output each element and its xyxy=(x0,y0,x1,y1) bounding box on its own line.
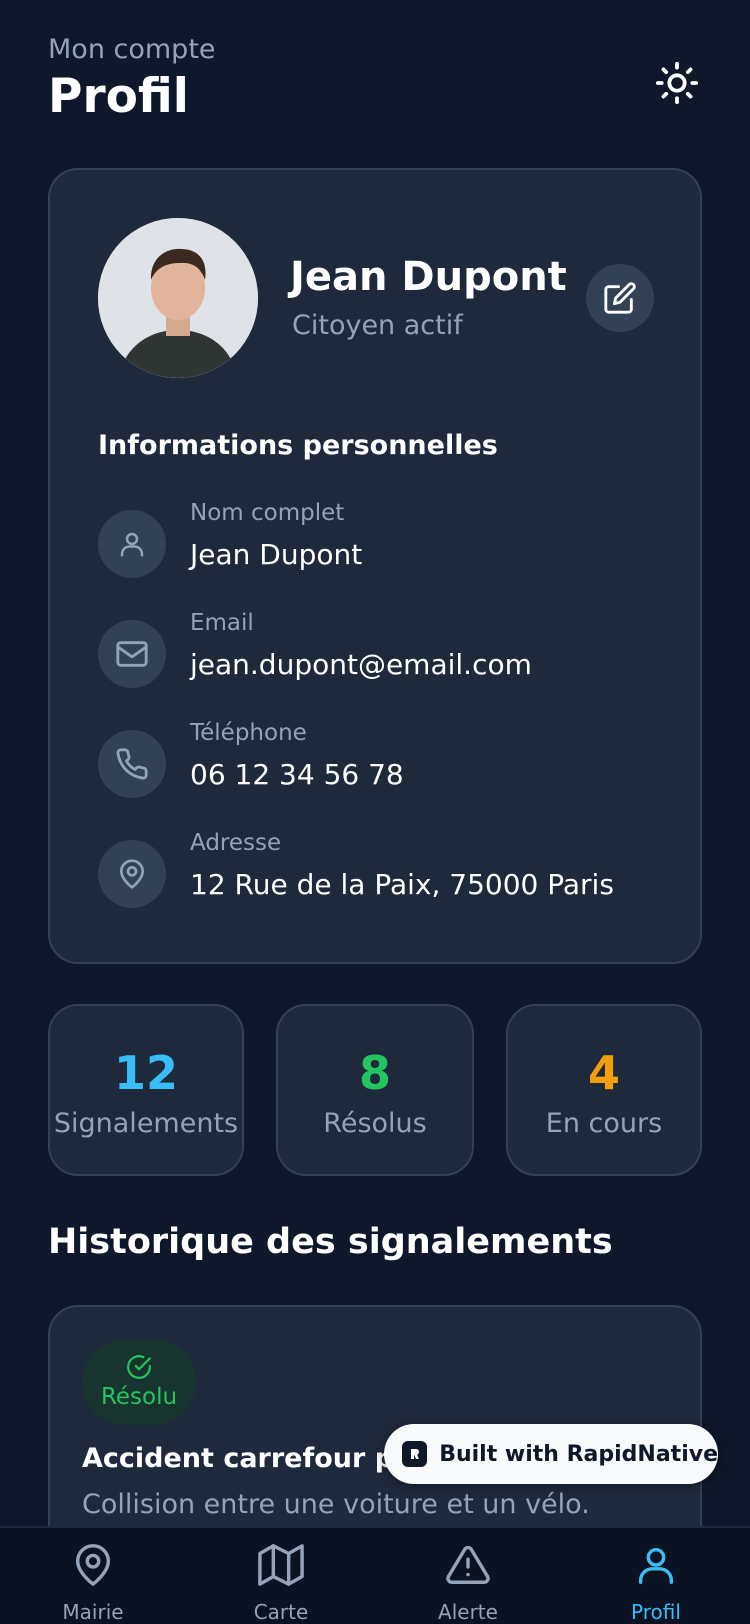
info-label: Email xyxy=(190,610,254,636)
stat-value: 4 xyxy=(587,1046,620,1100)
alert-triangle-icon xyxy=(446,1545,490,1584)
map-icon xyxy=(258,1544,304,1586)
profile-name: Jean Dupont xyxy=(290,254,567,300)
built-with-label: Built with RapidNative xyxy=(439,1441,718,1467)
report-title: Accident carrefour pri xyxy=(82,1443,417,1474)
edit-profile-button[interactable] xyxy=(586,264,654,332)
info-row-full-name: Nom complet Jean Dupont xyxy=(98,500,658,578)
info-label: Adresse xyxy=(190,830,282,856)
map-pin-icon xyxy=(75,1544,111,1586)
tab-profil[interactable]: Profil xyxy=(596,1542,716,1624)
stat-label: En cours xyxy=(545,1108,663,1139)
tab-mairie[interactable]: Mairie xyxy=(33,1542,153,1624)
phone-icon xyxy=(116,748,148,780)
mail-icon xyxy=(116,641,148,667)
rapidnative-logo-icon xyxy=(402,1441,428,1467)
tab-label: Profil xyxy=(631,1600,681,1624)
stat-value: 12 xyxy=(113,1046,178,1100)
info-value: Jean Dupont xyxy=(190,538,363,571)
stat-card-resolved: 8 Résolus xyxy=(276,1004,474,1176)
user-icon xyxy=(638,1547,674,1584)
info-value: 06 12 34 56 78 xyxy=(190,758,404,791)
info-row-email: Email jean.dupont@email.com xyxy=(98,610,658,688)
page-subtitle: Mon compte xyxy=(48,34,216,65)
tab-label: Mairie xyxy=(62,1600,124,1624)
status-badge: Résolu xyxy=(82,1339,196,1425)
stat-card-in-progress: 4 En cours xyxy=(506,1004,702,1176)
stat-card-reports: 12 Signalements xyxy=(48,1004,244,1176)
check-circle-icon xyxy=(127,1355,151,1379)
page-title: Profil xyxy=(48,69,189,124)
theme-toggle-button[interactable] xyxy=(652,58,702,108)
profile-card: Jean Dupont Citoyen actif Informations p… xyxy=(48,168,702,964)
stat-label: Résolus xyxy=(323,1108,427,1139)
profile-role: Citoyen actif xyxy=(292,310,463,341)
tab-label: Alerte xyxy=(438,1600,498,1624)
status-badge-label: Résolu xyxy=(100,1384,178,1410)
report-description: Collision entre une voiture et un vélo. xyxy=(82,1489,590,1520)
user-icon xyxy=(120,532,144,557)
built-with-badge[interactable]: Built with RapidNative xyxy=(384,1424,718,1484)
tab-alerte[interactable]: Alerte xyxy=(408,1542,528,1624)
info-row-phone: Téléphone 06 12 34 56 78 xyxy=(98,720,658,798)
tab-label: Carte xyxy=(253,1600,309,1624)
stat-label: Signalements xyxy=(53,1108,239,1139)
map-pin-icon xyxy=(120,859,144,889)
page-header: Mon compte Profil xyxy=(48,34,216,124)
info-label: Téléphone xyxy=(190,720,307,746)
info-value: 12 Rue de la Paix, 75000 Paris xyxy=(190,868,614,901)
stat-value: 8 xyxy=(358,1046,391,1100)
bottom-tab-bar: Mairie Carte Alerte Profil xyxy=(0,1526,750,1624)
section-title-personal-info: Informations personnelles xyxy=(98,430,498,461)
avatar xyxy=(98,218,258,378)
sun-icon xyxy=(655,61,699,105)
info-label: Nom complet xyxy=(190,500,345,526)
edit-icon xyxy=(604,282,636,314)
history-title: Historique des signalements xyxy=(48,1222,613,1262)
tab-carte[interactable]: Carte xyxy=(221,1542,341,1624)
info-row-address: Adresse 12 Rue de la Paix, 75000 Paris xyxy=(98,830,658,908)
info-value: jean.dupont@email.com xyxy=(190,648,532,681)
